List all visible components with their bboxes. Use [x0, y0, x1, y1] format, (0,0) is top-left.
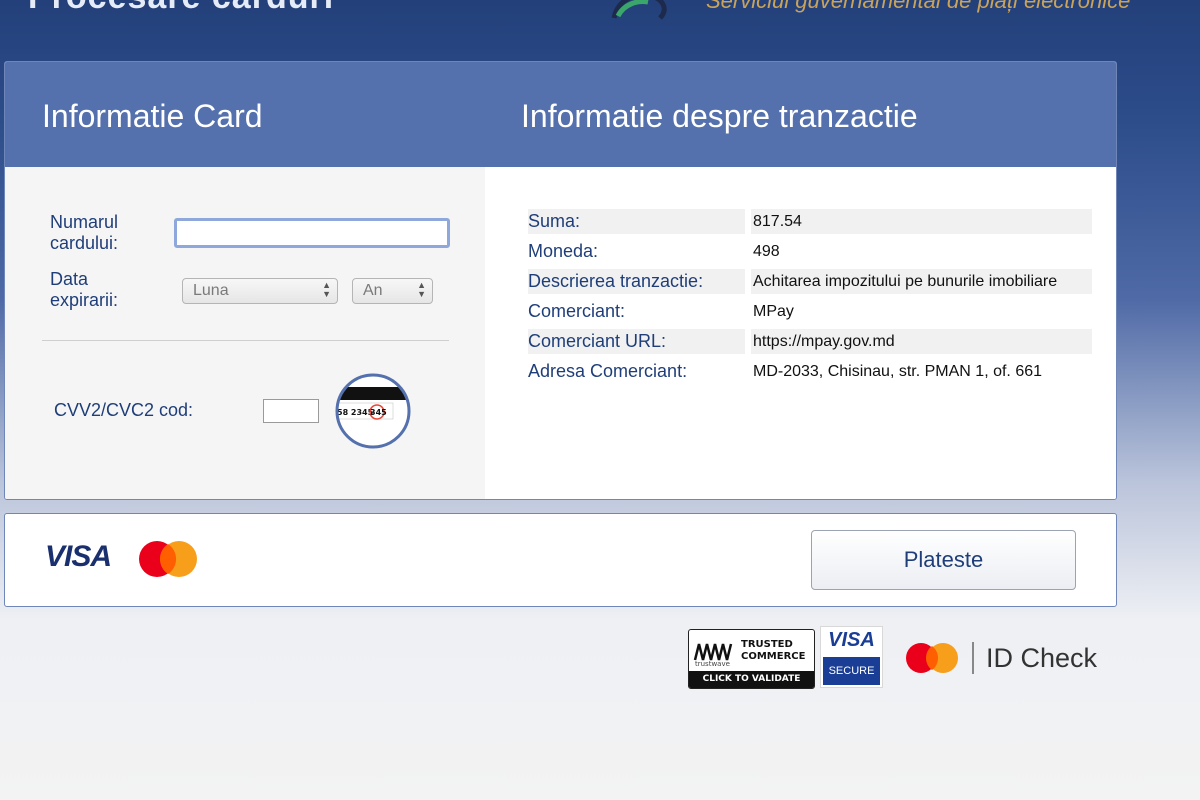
transaction-row: Comerciant URL: https://mpay.gov.md	[528, 329, 1092, 354]
expiry-year-value: An	[363, 282, 383, 299]
transaction-value: 817.54	[753, 213, 802, 230]
transaction-label: Suma:	[528, 211, 581, 231]
transaction-value: https://mpay.gov.md	[753, 333, 895, 350]
transaction-label: Descrierea tranzactie:	[528, 271, 704, 291]
payment-panel: Informatie Card Informatie despre tranza…	[4, 61, 1117, 500]
card-number-label: Numarul cardului:	[50, 212, 119, 253]
transaction-info-section: Suma: 817.54 Moneda: 498 Descrierea tran…	[485, 167, 1116, 499]
site-logo-icon	[611, 0, 667, 20]
trusted-line2: COMMERCE	[741, 651, 806, 662]
visa-secure-badge: VISA SECURE	[820, 626, 883, 688]
transaction-label: Adresa Comerciant:	[528, 361, 688, 381]
card-info-section: Numarul cardului: Data expirarii: Luna ▲…	[5, 167, 485, 499]
select-arrows-icon: ▲ ▼	[417, 280, 426, 299]
trusted-line1: TRUSTED	[741, 639, 793, 650]
footer-panel: VISA Plateste	[4, 513, 1117, 607]
site-header-left-text: Procesare carduri	[28, 0, 334, 17]
transaction-row: Descrierea tranzactie: Achitarea impozit…	[528, 269, 1092, 294]
transaction-label: Moneda:	[528, 241, 599, 261]
site-header-right-text: Serviciul guvernamental de plăți electro…	[706, 0, 1131, 13]
site-header: Procesare carduri Serviciul guvernamenta…	[0, 0, 1200, 40]
cvv-hint-icon: 58 2345 345	[335, 373, 411, 449]
cvv-label: CVV2/CVC2 cod:	[54, 400, 194, 420]
transaction-label: Comerciant URL:	[528, 331, 667, 351]
trusted-commerce-title: TRUSTED COMMERCE	[741, 639, 805, 663]
transaction-value: Achitarea impozitului pe bunurile imobil…	[753, 273, 1058, 290]
transaction-row: Comerciant: MPay	[528, 299, 1092, 324]
cvv-hint-code: 345	[370, 408, 387, 417]
trusted-commerce-badge[interactable]: trustwave TRUSTED COMMERCE CLICK TO VALI…	[688, 629, 815, 689]
select-arrows-icon: ▲ ▼	[322, 280, 331, 299]
pay-button[interactable]: Plateste	[811, 530, 1076, 590]
expiry-year-select[interactable]: An ▲ ▼	[352, 278, 433, 304]
transaction-value: MD-2033, Chisinau, str. PMAN 1, of. 661	[753, 363, 1043, 380]
transaction-value: MPay	[753, 303, 794, 320]
cvv-input[interactable]	[263, 399, 319, 423]
id-check-separator	[972, 642, 974, 674]
panel-header: Informatie Card Informatie despre tranza…	[5, 62, 1116, 167]
id-check-label: ID Check	[986, 643, 1098, 673]
transaction-row: Adresa Comerciant: MD-2033, Chisinau, st…	[528, 359, 1092, 384]
mastercard-logo-icon	[139, 541, 197, 577]
transaction-value: 498	[753, 243, 780, 260]
transaction-label: Comerciant:	[528, 301, 626, 321]
card-info-title: Informatie Card	[42, 98, 263, 134]
click-to-validate: CLICK TO VALIDATE	[689, 671, 814, 688]
visa-logo: VISA	[45, 540, 112, 573]
visa-secure-top: VISA	[828, 629, 875, 651]
visa-secure-bottom: SECURE	[823, 657, 880, 685]
expiry-month-select[interactable]: Luna ▲ ▼	[182, 278, 338, 304]
trustwave-text: trustwave	[695, 660, 730, 668]
card-number-input[interactable]	[174, 218, 450, 248]
transaction-info-title: Informatie despre tranzactie	[521, 98, 918, 134]
mastercard-id-check-icon	[906, 643, 958, 673]
transaction-row: Moneda: 498	[528, 239, 1092, 264]
cvv-hint-number: 58 2345	[337, 408, 374, 417]
expiry-month-value: Luna	[193, 282, 229, 299]
expiry-label: Data expirarii:	[50, 269, 119, 310]
divider	[42, 340, 449, 341]
transaction-row: Suma: 817.54	[528, 209, 1092, 234]
